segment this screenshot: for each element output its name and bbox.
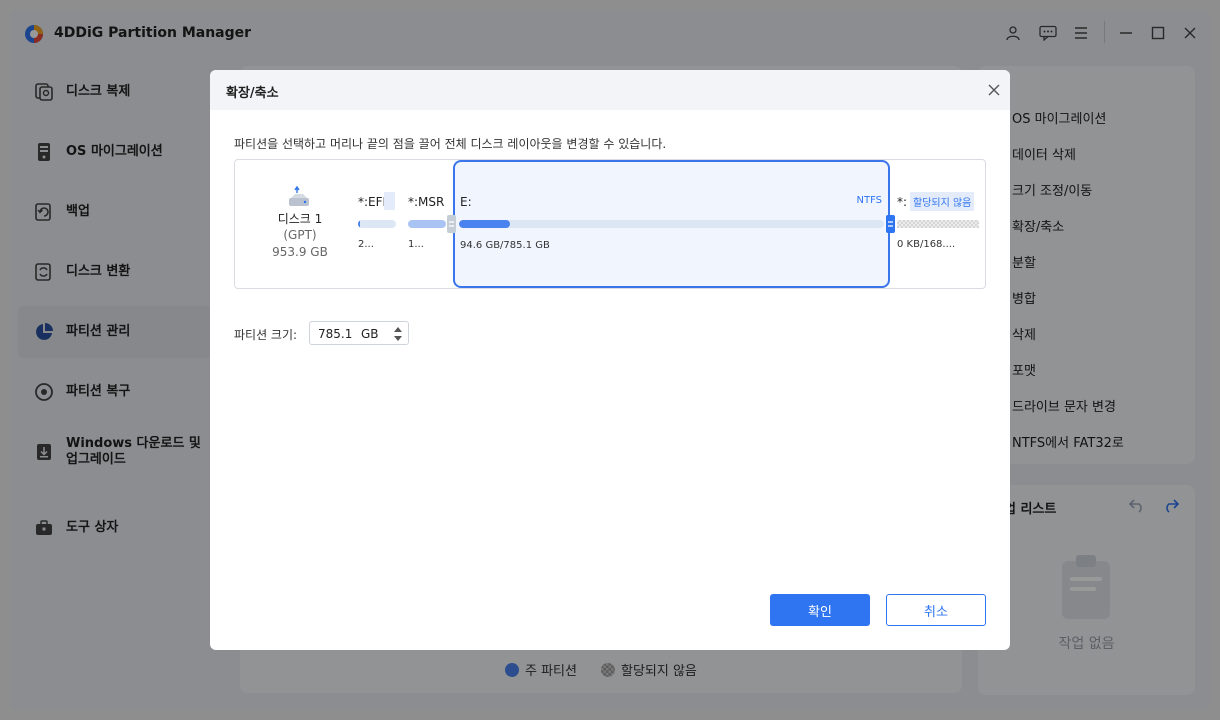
disk-layout: 디스크 1 (GPT) 953.9 GB *:EFI 2... *:MSR 1.… xyxy=(234,159,986,289)
disk-size: 953.9 GB xyxy=(272,245,328,259)
cancel-button[interactable]: 취소 xyxy=(886,594,986,626)
partition-tag xyxy=(384,192,395,210)
partition-bar xyxy=(459,220,884,228)
partition-label: E: xyxy=(460,195,472,209)
partition-label: *: xyxy=(897,195,908,209)
close-icon[interactable] xyxy=(984,80,1004,100)
partition-bar-fill xyxy=(358,220,360,228)
partition-size-label: 파티션 크기: xyxy=(234,328,298,342)
partition-label: *:MSR xyxy=(408,195,445,209)
partition-label: *:EFI xyxy=(358,195,387,209)
partition-bar-fill xyxy=(408,220,446,228)
right-drag-handle[interactable] xyxy=(886,215,895,233)
partition-e-selected[interactable]: E: NTFS 94.6 GB/785.1 GB xyxy=(453,160,890,288)
partition-bar xyxy=(408,220,446,228)
filesystem-label: NTFS xyxy=(856,195,882,206)
partition-size-input[interactable]: 785.1 GB xyxy=(309,321,409,345)
partition-info: 1... xyxy=(408,239,424,250)
partition-info: 2... xyxy=(358,239,374,250)
partition-size-value: 785.1 xyxy=(318,327,353,341)
dialog-header: 확장/축소 xyxy=(210,70,1010,110)
partition-info: 94.6 GB/785.1 GB xyxy=(460,240,550,251)
partition-size-unit: GB xyxy=(361,327,379,341)
partition-bar xyxy=(358,220,396,228)
partition-info: 0 KB/168.... xyxy=(897,239,956,250)
usb-disk-icon xyxy=(289,186,309,206)
extend-shrink-dialog: 확장/축소 파티션을 선택하고 머리나 끝의 점을 끌어 전체 디스크 레이아웃… xyxy=(210,70,1010,650)
disk-name: 디스크 1 xyxy=(277,212,323,226)
disk-type: (GPT) xyxy=(283,228,317,242)
dialog-description: 파티션을 선택하고 머리나 끝의 점을 끌어 전체 디스크 레이아웃을 변경할 … xyxy=(234,137,667,151)
unallocated-tag: 할당되지 않음 xyxy=(910,192,975,211)
dialog-title: 확장/축소 xyxy=(226,86,279,101)
partition-bar-fill xyxy=(459,220,510,228)
spinner-arrows-icon[interactable] xyxy=(393,326,403,342)
confirm-button[interactable]: 확인 xyxy=(770,594,870,626)
unallocated-bar xyxy=(897,220,979,228)
left-drag-handle[interactable] xyxy=(447,215,456,233)
